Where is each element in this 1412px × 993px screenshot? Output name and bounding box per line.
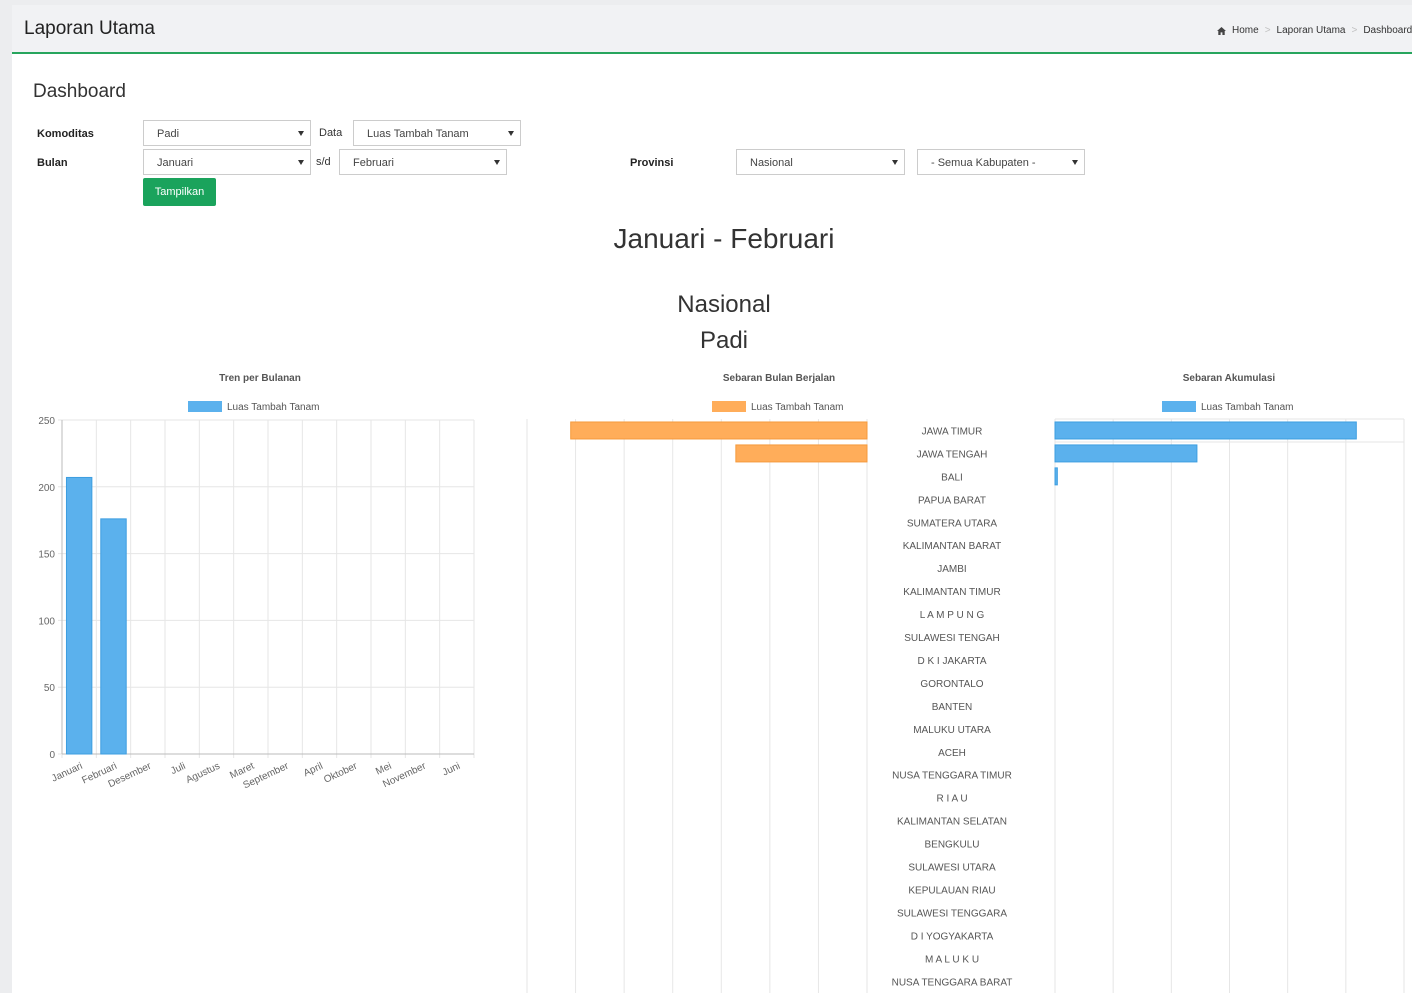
province-label: D I YOGYAKARTA bbox=[911, 931, 994, 942]
chart3-bar bbox=[1054, 467, 1058, 486]
province-label: JAMBI bbox=[937, 564, 966, 575]
province-label: JAWA TIMUR bbox=[922, 426, 983, 437]
province-label: JAWA TENGAH bbox=[917, 449, 988, 460]
province-label: R I A U bbox=[936, 794, 967, 805]
chart2-legend-swatch bbox=[712, 401, 746, 412]
province-label: SUMATERA UTARA bbox=[907, 518, 998, 529]
chart1-bar bbox=[100, 518, 127, 755]
province-label: SULAWESI UTARA bbox=[908, 863, 996, 874]
content-panel: Laporan Utama Home > Laporan Utama > Das… bbox=[12, 5, 1412, 993]
province-label: KALIMANTAN SELATAN bbox=[897, 817, 1007, 828]
chart2-bar bbox=[735, 444, 868, 463]
province-label: ACEH bbox=[938, 748, 966, 759]
chart1-x-tick-label: Oktober bbox=[322, 760, 359, 785]
charts-area: Tren per Bulanan Luas Tambah Tanam 0 50 100 1… bbox=[38, 373, 1405, 993]
chart1-x-tick-label: Juni bbox=[441, 761, 462, 779]
chart1-y-tick-label: 150 bbox=[38, 550, 55, 561]
province-label: GORONTALO bbox=[920, 679, 983, 690]
chart3-bar bbox=[1054, 421, 1357, 440]
chart1-x-tick-label: Januari bbox=[50, 761, 84, 785]
province-label: NUSA TENGGARA BARAT bbox=[892, 977, 1013, 988]
province-label: D K I JAKARTA bbox=[917, 656, 986, 667]
province-label: BENGKULU bbox=[924, 840, 979, 851]
chart1-x-tick-label: Juli bbox=[169, 761, 187, 777]
chart1-y-tick-label: 50 bbox=[44, 683, 56, 694]
province-label: KALIMANTAN TIMUR bbox=[903, 587, 1000, 598]
province-label: L A M P U N G bbox=[920, 610, 985, 621]
chart2-bar bbox=[570, 421, 868, 440]
chart1-x-tick-label: April bbox=[302, 761, 325, 779]
province-label: SULAWESI TENGAH bbox=[904, 633, 1000, 644]
chart2-legend-label: Luas Tambah Tanam bbox=[751, 402, 843, 413]
province-label: BANTEN bbox=[932, 702, 973, 713]
chart1-y-tick-label: 100 bbox=[38, 616, 55, 627]
province-label: NUSA TENGGARA TIMUR bbox=[892, 771, 1012, 782]
chart3-title: Sebaran Akumulasi bbox=[1183, 373, 1276, 384]
chart1-bar bbox=[65, 476, 93, 755]
chart2-title: Sebaran Bulan Berjalan bbox=[723, 373, 835, 384]
chart1-legend-swatch bbox=[188, 401, 222, 412]
chart1-x-tick-label: Agustus bbox=[184, 761, 221, 786]
province-label: M A L U K U bbox=[925, 954, 979, 965]
chart3-legend-label: Luas Tambah Tanam bbox=[1201, 402, 1293, 413]
chart3-bar bbox=[1054, 444, 1198, 463]
chart1-y-tick-label: 200 bbox=[38, 483, 55, 494]
province-label: KEPULAUAN RIAU bbox=[908, 885, 995, 896]
province-label: BALI bbox=[941, 472, 963, 483]
chart1-y-tick-label: 250 bbox=[38, 416, 55, 427]
chart3-legend-swatch bbox=[1162, 401, 1196, 412]
province-label: SULAWESI TENGGARA bbox=[897, 908, 1007, 919]
province-label: MALUKU UTARA bbox=[913, 725, 991, 736]
chart1-legend-label: Luas Tambah Tanam bbox=[227, 402, 319, 413]
province-label: PAPUA BARAT bbox=[918, 495, 986, 506]
chart1-title: Tren per Bulanan bbox=[219, 373, 301, 384]
province-label: KALIMANTAN BARAT bbox=[903, 541, 1002, 552]
chart1-y-tick-label: 0 bbox=[49, 750, 55, 761]
